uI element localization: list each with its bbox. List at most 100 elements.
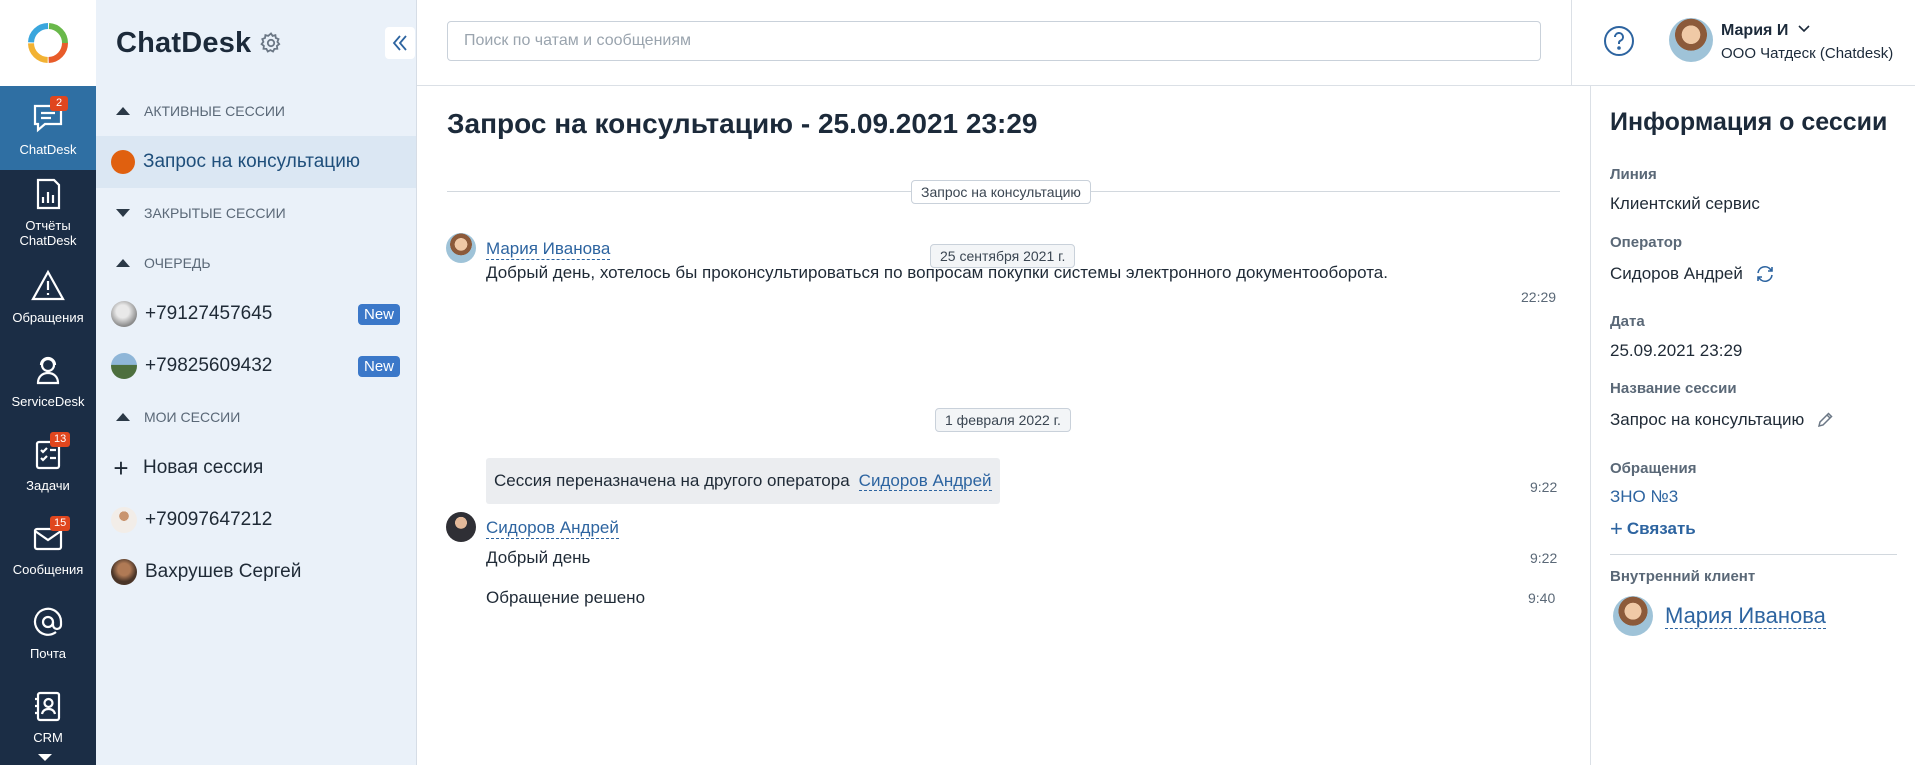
gear-icon[interactable] [259,31,283,55]
rail-item-label: ServiceDesk [11,393,85,409]
status-dot-icon [111,150,135,174]
date-separator: 1 февраля 2022 г. [935,408,1071,432]
session-name-label: Название сессии [1610,380,1737,397]
avatar [111,353,137,379]
message-author[interactable]: Сидоров Андрей [486,518,619,539]
user-name[interactable]: Мария И [1721,22,1788,40]
avatar [111,301,137,327]
message-author[interactable]: Мария Иванова [486,239,611,260]
rail-item-label: ChatDesk [19,141,77,157]
rail-item-label: CRM [33,729,63,745]
chevron-down-icon[interactable] [1797,22,1811,36]
line-label: Линия [1610,166,1657,183]
rail-item-appeals[interactable]: Обращения [0,254,96,338]
my-session-item[interactable]: Вахрушев Сергей [96,546,416,598]
expand-triangle-icon [116,209,130,217]
client-avatar[interactable] [1613,596,1653,636]
at-icon [33,607,63,636]
help-icon[interactable] [1603,25,1635,57]
queue-item[interactable]: +79127457645 New [96,288,416,340]
rail-more-arrow-icon[interactable] [38,754,52,761]
rail-item-tasks[interactable]: 13 Задачи [0,422,96,506]
avatar[interactable] [446,512,476,542]
message-text: Добрый день, хотелось бы проконсультиров… [486,263,1388,282]
session-name-value: Запрос на консультацию [1610,410,1805,429]
pencil-icon[interactable] [1816,411,1834,429]
user-avatar[interactable] [1669,18,1713,62]
contacts-icon [35,691,61,721]
section-label: Очередь [144,255,211,271]
rail-item-label: Сообщения [12,561,84,577]
search-input[interactable] [447,21,1541,61]
operator-icon [36,356,60,384]
rail-item-label: Обращения [12,309,84,325]
rail-badge: 2 [50,96,68,111]
line-value: Клиентский сервис [1610,194,1760,213]
rail-item-mail[interactable]: Почта [0,590,96,674]
message-time: 9:22 [1530,550,1558,566]
session-label: Новая сессия [143,457,264,478]
plus-icon: + [1610,516,1623,541]
section-closed-sessions[interactable]: Закрытые сессии [96,188,416,238]
rail-badge: 15 [50,516,71,531]
section-label: Активные сессии [144,103,285,119]
message-time: 22:29 [1521,289,1557,305]
rail-item-crm[interactable]: CRM [0,674,96,758]
bind-label: Связать [1626,519,1696,538]
date-value: 25.09.2021 23:29 [1610,341,1743,360]
session-label: Запрос на консультацию [143,151,361,172]
section-queue[interactable]: Очередь [96,238,416,288]
client-name[interactable]: Мария Иванова [1665,604,1826,629]
rail-item-label: Задачи [26,477,70,493]
new-badge: New [357,303,400,325]
rail-item-label: Отчёты ChatDesk [19,218,77,248]
session-item-active[interactable]: Запрос на консультацию [96,136,416,188]
operator-link[interactable]: Сидоров Андрей [858,471,992,491]
divider [1571,0,1572,86]
new-badge: New [357,355,400,377]
session-label: Вахрушев Сергей [145,561,302,582]
session-name-pill: Запрос на консультацию [911,180,1091,204]
section-my-sessions[interactable]: Мои сессии [96,392,416,442]
panel-header: ChatDesk [96,0,416,86]
app-logo[interactable] [0,0,96,86]
client-label: Внутренний клиент [1610,568,1756,585]
app-rail: 2 ChatDesk Отчёты ChatDesk Обращения Ser… [0,0,96,765]
date-label: Дата [1610,313,1645,330]
avatar [111,559,137,585]
system-message-text: Сессия переназначена на другого оператор… [494,471,850,490]
section-label: Закрытые сессии [144,205,286,221]
top-bar: Мария И ООО Чатдеск (Chatdesk) [417,0,1915,86]
appeals-label: Обращения [1610,460,1697,477]
rail-item-reports[interactable]: Отчёты ChatDesk [0,170,96,254]
message-time: 9:40 [1528,590,1556,606]
rail-item-servicedesk[interactable]: ServiceDesk [0,338,96,422]
new-session-button[interactable]: + Новая сессия [96,442,416,494]
user-organization: ООО Чатдеск (Chatdesk) [1721,45,1894,62]
link-appeal-button[interactable]: + Связать [1610,516,1696,542]
operator-row: Сидоров Андрей [1610,264,1775,284]
section-label: Мои сессии [144,409,241,425]
avatar [111,507,137,533]
avatar[interactable] [446,233,476,263]
message-text: Добрый день [486,548,591,567]
collapse-panel-button[interactable] [385,27,415,59]
rail-badge: 13 [50,432,71,447]
divider [1610,554,1897,555]
plus-icon: + [113,453,129,483]
appeal-link[interactable]: ЗНО №3 [1610,487,1678,507]
queue-item[interactable]: +79825609432 New [96,340,416,392]
rail-item-messages[interactable]: 15 Сообщения [0,506,96,590]
rail-item-chatdesk[interactable]: 2 ChatDesk [0,86,96,170]
report-icon [36,178,61,210]
system-message: Сессия переназначена на другого оператор… [486,458,1000,504]
operator-value: Сидоров Андрей [1610,264,1743,283]
logo-icon [28,23,68,63]
panel-title: ChatDesk [116,26,252,59]
reassign-icon[interactable] [1755,264,1775,284]
my-session-item[interactable]: +79097647212 [96,494,416,546]
section-active-sessions[interactable]: Активные сессии [96,86,416,136]
collapse-triangle-icon [116,413,130,421]
rail-item-label: Почта [29,645,67,661]
message-time: 9:22 [1530,479,1558,495]
